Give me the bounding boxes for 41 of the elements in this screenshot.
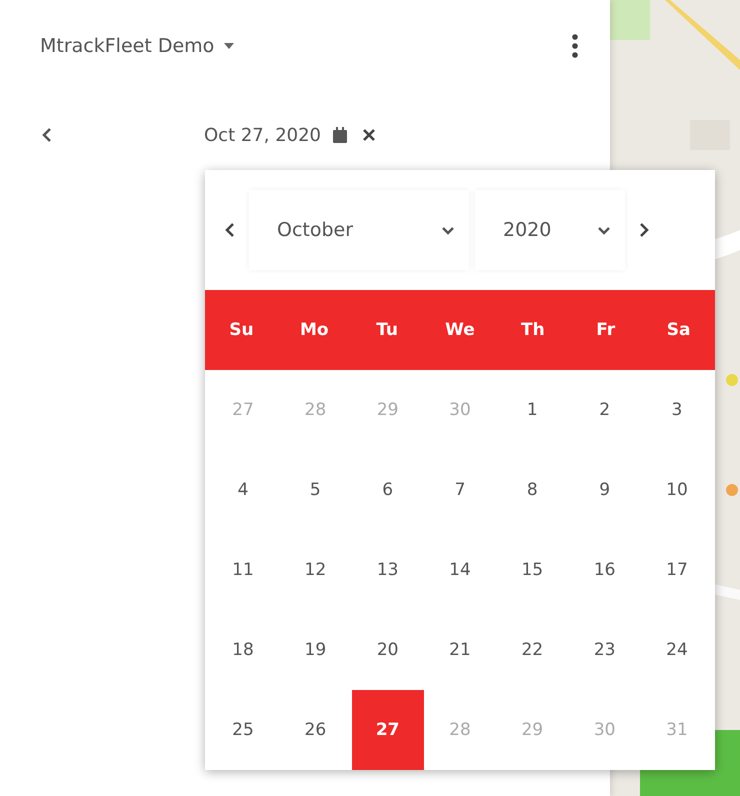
weekday-label: We [444, 320, 476, 340]
calendar-day[interactable]: 17 [640, 530, 713, 610]
selected-date[interactable]: Oct 27, 2020 [204, 124, 321, 146]
calendar-day[interactable]: 2 [568, 370, 641, 450]
weekday-label: Sa [666, 320, 692, 340]
chevron-down-icon [441, 226, 455, 234]
calendar-day[interactable]: 8 [496, 450, 568, 530]
weekday-label: Tu [375, 320, 400, 340]
calendar-day[interactable]: 3 [640, 370, 713, 450]
calendar-day[interactable]: 4 [207, 450, 279, 530]
calendar-day[interactable]: 21 [424, 610, 496, 690]
month-select[interactable]: October [249, 190, 469, 270]
weekday-label: Su [228, 320, 255, 340]
calendar-day[interactable]: 12 [279, 530, 352, 610]
calendar-day[interactable]: 25 [207, 690, 279, 770]
calendar-day[interactable]: 22 [496, 610, 568, 690]
calendar-day[interactable]: 15 [496, 530, 568, 610]
calendar-day[interactable]: 1 [496, 370, 568, 450]
calendar-day[interactable]: 13 [352, 530, 424, 610]
year-select[interactable]: 2020 [475, 190, 625, 270]
calendar-day[interactable]: 19 [279, 610, 352, 690]
calendar-day[interactable]: 6 [352, 450, 424, 530]
calendar-day[interactable]: 24 [640, 610, 713, 690]
calendar-day[interactable]: 14 [424, 530, 496, 610]
chevron-down-icon [597, 226, 611, 234]
caret-icon [224, 43, 234, 49]
calendar-day[interactable]: 20 [352, 610, 424, 690]
calendar-day[interactable]: 10 [640, 450, 713, 530]
weekday-label: Fr [595, 320, 616, 340]
calendar-day[interactable]: 7 [424, 450, 496, 530]
calendar-day[interactable]: 9 [568, 450, 641, 530]
calendar-day[interactable]: 27 [352, 690, 424, 770]
calendar-day[interactable]: 18 [207, 610, 279, 690]
calendar-day[interactable]: 11 [207, 530, 279, 610]
calendar-day[interactable]: 26 [279, 690, 352, 770]
account-dropdown[interactable]: MtrackFleet Demo [40, 35, 234, 57]
weekday-label: Mo [298, 320, 330, 340]
calendar-day[interactable]: 23 [568, 610, 641, 690]
calendar-day[interactable]: 5 [279, 450, 352, 530]
calendar-day[interactable]: 16 [568, 530, 641, 610]
weekday-label: Th [520, 320, 546, 340]
